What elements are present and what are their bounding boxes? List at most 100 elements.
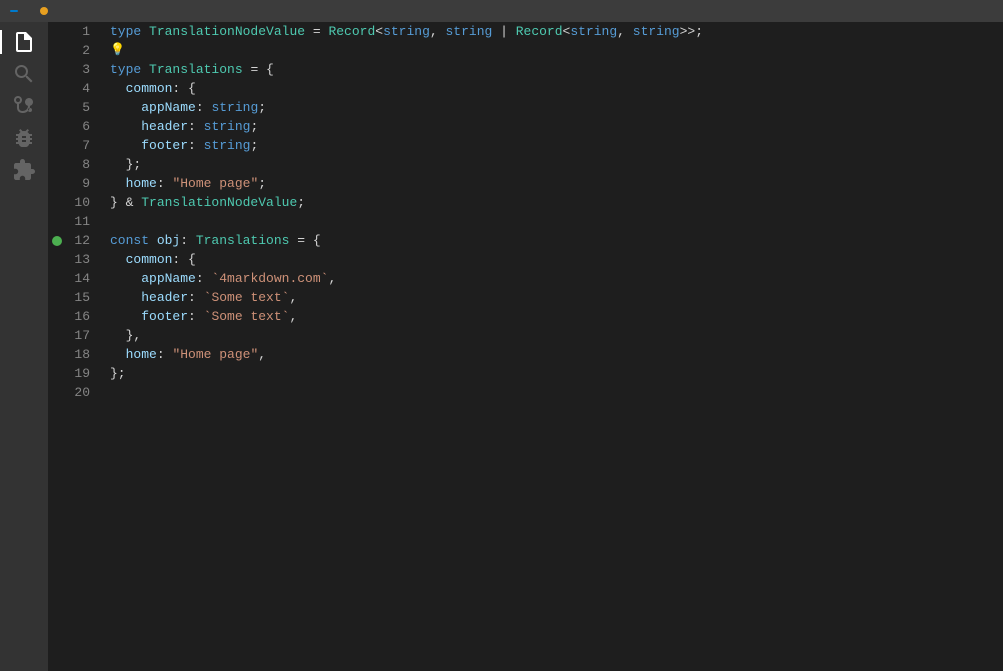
gutter-row — [48, 117, 66, 136]
token: : — [196, 98, 212, 117]
token: , — [430, 22, 446, 41]
gutter-row — [48, 193, 66, 212]
gutter-row — [48, 41, 66, 60]
token: home — [126, 345, 157, 364]
code-line: appName: `4markdown.com`, — [110, 269, 1003, 288]
line-number: 20 — [66, 383, 98, 402]
line-number: 15 — [66, 288, 98, 307]
code-line: footer: `Some text`, — [110, 307, 1003, 326]
token: Record — [328, 22, 375, 41]
files-icon[interactable] — [12, 30, 36, 54]
gutter-row — [48, 288, 66, 307]
extensions-icon[interactable] — [12, 158, 36, 182]
token: TranslationNodeValue — [149, 22, 305, 41]
token — [110, 250, 126, 269]
code-line: header: string; — [110, 117, 1003, 136]
token: `Some text` — [204, 288, 290, 307]
debug-icon[interactable] — [12, 126, 36, 150]
gutter-row — [48, 364, 66, 383]
gutter-row — [48, 326, 66, 345]
line-number: 2 — [66, 41, 98, 60]
gutter-row — [48, 383, 66, 402]
line-number: 4 — [66, 79, 98, 98]
token — [110, 269, 141, 288]
token: ; — [297, 193, 305, 212]
token: "Home page" — [172, 345, 258, 364]
token: >> — [680, 22, 696, 41]
line-number: 13 — [66, 250, 98, 269]
breakpoint-dot[interactable] — [52, 236, 62, 246]
token: TranslationNodeValue — [141, 193, 297, 212]
token: string — [633, 22, 680, 41]
gutter-row — [48, 231, 66, 250]
token: | — [492, 22, 515, 41]
gutter-row — [48, 174, 66, 193]
modified-dot — [40, 7, 48, 15]
token — [110, 174, 126, 193]
token: ; — [250, 117, 258, 136]
gutter-row — [48, 212, 66, 231]
token: , — [328, 269, 336, 288]
token — [110, 288, 141, 307]
line-number: 3 — [66, 60, 98, 79]
token: : { — [172, 250, 195, 269]
line-number: 5 — [66, 98, 98, 117]
token — [110, 79, 126, 98]
code-line: footer: string; — [110, 136, 1003, 155]
code-line: home: "Home page"; — [110, 174, 1003, 193]
token: : — [188, 288, 204, 307]
code-line — [110, 212, 1003, 231]
code-editor[interactable]: type TranslationNodeValue = Record<strin… — [106, 22, 1003, 671]
line-number: 16 — [66, 307, 98, 326]
token — [110, 307, 141, 326]
lightbulb-icon[interactable]: 💡 — [110, 41, 125, 60]
token: string — [211, 98, 258, 117]
token: header — [141, 288, 188, 307]
token: home — [126, 174, 157, 193]
token: string — [383, 22, 430, 41]
token: }, — [110, 326, 141, 345]
token: ; — [250, 136, 258, 155]
line-number: 9 — [66, 174, 98, 193]
title-bar — [0, 0, 1003, 22]
token: : — [188, 136, 204, 155]
activity-bar — [0, 22, 48, 671]
token: ; — [258, 174, 266, 193]
token: appName — [141, 269, 196, 288]
source-control-icon[interactable] — [12, 94, 36, 118]
gutter-row — [48, 269, 66, 288]
token — [110, 98, 141, 117]
token: : — [188, 117, 204, 136]
token: type — [110, 60, 149, 79]
token: string — [446, 22, 493, 41]
code-line: }; — [110, 364, 1003, 383]
gutter-icons — [48, 22, 66, 671]
token: obj — [157, 231, 180, 250]
token: , — [289, 288, 297, 307]
token: } & — [110, 193, 141, 212]
ts-badge — [10, 10, 18, 12]
token: : — [180, 231, 196, 250]
token: Translations — [149, 60, 243, 79]
token: footer — [141, 136, 188, 155]
code-line — [110, 383, 1003, 402]
token: ; — [258, 98, 266, 117]
token: < — [375, 22, 383, 41]
token: footer — [141, 307, 188, 326]
token: string — [570, 22, 617, 41]
line-number: 11 — [66, 212, 98, 231]
line-number: 6 — [66, 117, 98, 136]
line-number: 17 — [66, 326, 98, 345]
token: `4markdown.com` — [211, 269, 328, 288]
gutter-row — [48, 60, 66, 79]
gutter-row — [48, 345, 66, 364]
search-icon[interactable] — [12, 62, 36, 86]
line-number: 19 — [66, 364, 98, 383]
token: "Home page" — [172, 174, 258, 193]
line-number: 1 — [66, 22, 98, 41]
token: common — [126, 250, 173, 269]
token: , — [258, 345, 266, 364]
gutter-row — [48, 250, 66, 269]
token: common — [126, 79, 173, 98]
token: , — [617, 22, 633, 41]
